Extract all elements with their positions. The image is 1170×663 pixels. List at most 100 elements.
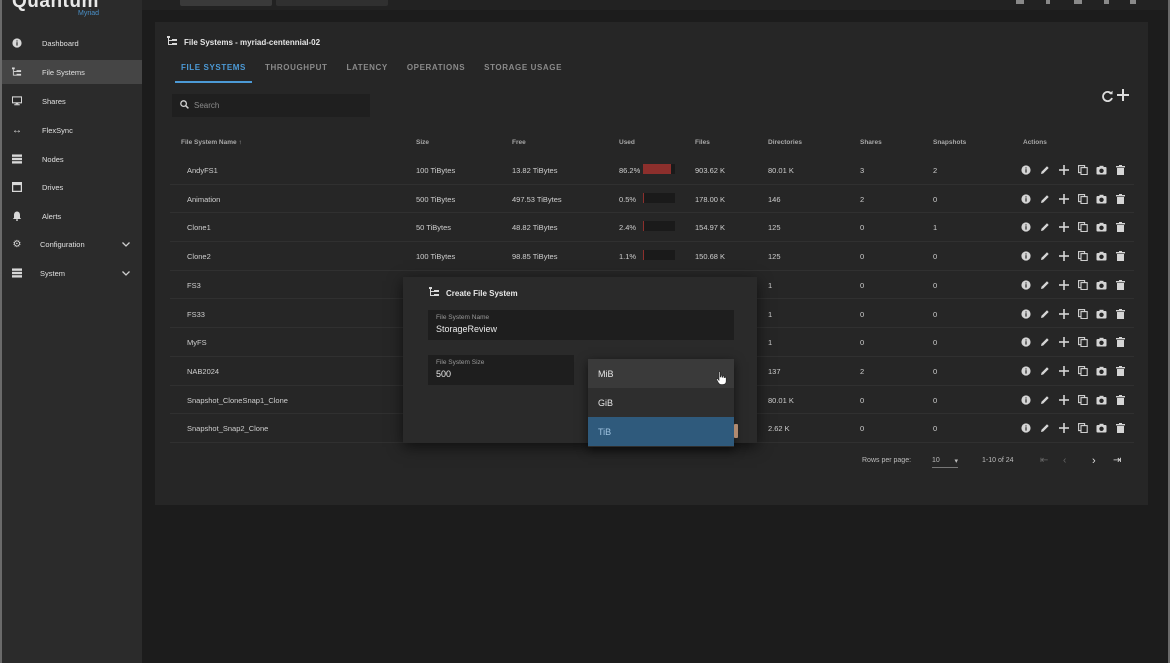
delete-icon[interactable] <box>1114 193 1127 207</box>
edit-icon[interactable] <box>1038 395 1051 408</box>
table-row[interactable]: Clone1 50 TiBytes 48.82 TiBytes 2.4% 154.97 … <box>170 213 1134 243</box>
tab-latency[interactable]: LATENCY <box>340 58 393 83</box>
search-input[interactable]: Search <box>172 94 370 117</box>
add-icon[interactable] <box>1057 337 1070 350</box>
column-header-free[interactable]: Free <box>512 139 526 146</box>
sidebar-item-system[interactable]: System <box>2 261 142 285</box>
sidebar-item-shares[interactable]: Shares <box>2 89 142 113</box>
add-icon[interactable] <box>1057 394 1070 408</box>
delete-icon[interactable] <box>1114 308 1127 322</box>
table-row[interactable]: Clone2 100 TiBytes 98.85 TiBytes 1.1% 150.68… <box>170 242 1134 271</box>
column-header-name[interactable]: File System Name ↑ <box>181 139 242 146</box>
copy-icon[interactable] <box>1076 337 1089 350</box>
snapshot-icon[interactable] <box>1095 251 1108 264</box>
edit-icon[interactable] <box>1038 280 1051 293</box>
info-icon[interactable] <box>1019 194 1032 207</box>
add-icon[interactable] <box>1057 251 1070 264</box>
edit-icon[interactable] <box>1038 251 1051 264</box>
copy-icon[interactable] <box>1076 222 1089 235</box>
delete-icon[interactable] <box>1114 165 1127 178</box>
unit-option-tib[interactable]: TiB <box>588 417 734 446</box>
info-icon[interactable] <box>1019 165 1032 178</box>
file-system-name-field[interactable]: File System Name StorageReview <box>428 310 734 340</box>
edit-icon[interactable] <box>1038 194 1051 207</box>
delete-icon[interactable] <box>1114 222 1127 235</box>
edit-icon[interactable] <box>1038 222 1051 235</box>
add-icon[interactable] <box>1057 308 1070 322</box>
add-icon[interactable] <box>1117 88 1129 106</box>
snapshot-icon[interactable] <box>1095 165 1108 178</box>
sidebar-item-drives[interactable]: Drives <box>2 175 142 199</box>
edit-icon[interactable] <box>1038 165 1051 178</box>
rows-per-page-select[interactable]: 10 ▾ <box>932 457 958 468</box>
info-icon[interactable] <box>1019 251 1032 264</box>
copy-icon[interactable] <box>1076 251 1089 264</box>
sidebar-item-nodes[interactable]: Nodes <box>2 147 142 171</box>
copy-icon[interactable] <box>1076 423 1089 436</box>
column-header-used[interactable]: Used <box>619 139 635 146</box>
info-icon[interactable] <box>1019 423 1032 436</box>
snapshot-icon[interactable] <box>1095 337 1108 350</box>
last-page-icon[interactable]: ⇥ <box>1113 455 1121 466</box>
top-icon[interactable] <box>1104 0 1109 4</box>
column-header-directories[interactable]: Directories <box>768 139 802 146</box>
info-icon[interactable] <box>1019 366 1032 379</box>
info-icon[interactable] <box>1019 337 1032 350</box>
first-page-icon[interactable]: ⇤ <box>1040 455 1048 466</box>
top-icon[interactable] <box>1016 0 1024 4</box>
top-icon[interactable] <box>1046 0 1050 4</box>
info-icon[interactable] <box>1019 222 1032 235</box>
edit-icon[interactable] <box>1038 309 1051 322</box>
delete-icon[interactable] <box>1114 279 1127 293</box>
edit-icon[interactable] <box>1038 366 1051 379</box>
unit-option-gib[interactable]: GiB <box>588 388 734 417</box>
sidebar-item-file-systems[interactable]: File Systems <box>2 60 142 84</box>
delete-icon[interactable] <box>1114 394 1127 408</box>
edit-icon[interactable] <box>1038 423 1051 436</box>
table-row[interactable]: Animation 500 TiBytes 497.53 TiBytes 0.5% 17… <box>170 185 1134 214</box>
top-icon[interactable] <box>1074 0 1082 4</box>
tab-storage-usage[interactable]: STORAGE USAGE <box>478 58 568 83</box>
prev-page-icon[interactable]: ‹ <box>1063 455 1066 466</box>
unit-option-mib[interactable]: MiB <box>588 359 734 388</box>
next-page-icon[interactable]: › <box>1092 455 1096 467</box>
info-icon[interactable] <box>1019 394 1032 408</box>
snapshot-icon[interactable] <box>1095 222 1108 235</box>
tab-file-systems[interactable]: FILE SYSTEMS <box>175 58 252 83</box>
snapshot-icon[interactable] <box>1095 309 1108 322</box>
delete-icon[interactable] <box>1114 365 1127 379</box>
snapshot-icon[interactable] <box>1095 395 1108 408</box>
add-icon[interactable] <box>1057 365 1070 379</box>
table-row[interactable]: AndyFS1 100 TiBytes 13.82 TiBytes 86.2% 903.… <box>170 156 1134 185</box>
copy-icon[interactable] <box>1076 193 1089 207</box>
scroll-handle[interactable] <box>734 424 738 438</box>
column-header-files[interactable]: Files <box>695 139 710 146</box>
copy-icon[interactable] <box>1076 394 1089 408</box>
sidebar-item-dashboard[interactable]: Dashboard <box>2 31 142 55</box>
delete-icon[interactable] <box>1114 251 1127 264</box>
tab-operations[interactable]: OPERATIONS <box>401 58 471 83</box>
delete-icon[interactable] <box>1114 423 1127 436</box>
add-icon[interactable] <box>1057 279 1070 293</box>
add-icon[interactable] <box>1057 222 1070 235</box>
info-icon[interactable] <box>1019 280 1032 293</box>
copy-icon[interactable] <box>1076 365 1089 379</box>
refresh-icon[interactable] <box>1101 90 1114 106</box>
top-tab[interactable] <box>276 0 388 6</box>
sidebar-item-alerts[interactable]: Alerts <box>2 204 142 228</box>
top-tab[interactable] <box>180 0 272 6</box>
add-icon[interactable] <box>1057 165 1070 178</box>
column-header-shares[interactable]: Shares <box>860 139 882 146</box>
add-icon[interactable] <box>1057 423 1070 436</box>
sidebar-item-configuration[interactable]: ⚙ Configuration <box>2 232 142 256</box>
edit-icon[interactable] <box>1038 337 1051 350</box>
top-icon[interactable] <box>1130 0 1136 4</box>
snapshot-icon[interactable] <box>1095 194 1108 207</box>
copy-icon[interactable] <box>1076 279 1089 293</box>
column-header-snapshots[interactable]: Snapshots <box>933 139 966 146</box>
info-icon[interactable] <box>1019 308 1032 322</box>
copy-icon[interactable] <box>1076 165 1089 178</box>
snapshot-icon[interactable] <box>1095 280 1108 293</box>
copy-icon[interactable] <box>1076 308 1089 322</box>
delete-icon[interactable] <box>1114 337 1127 350</box>
